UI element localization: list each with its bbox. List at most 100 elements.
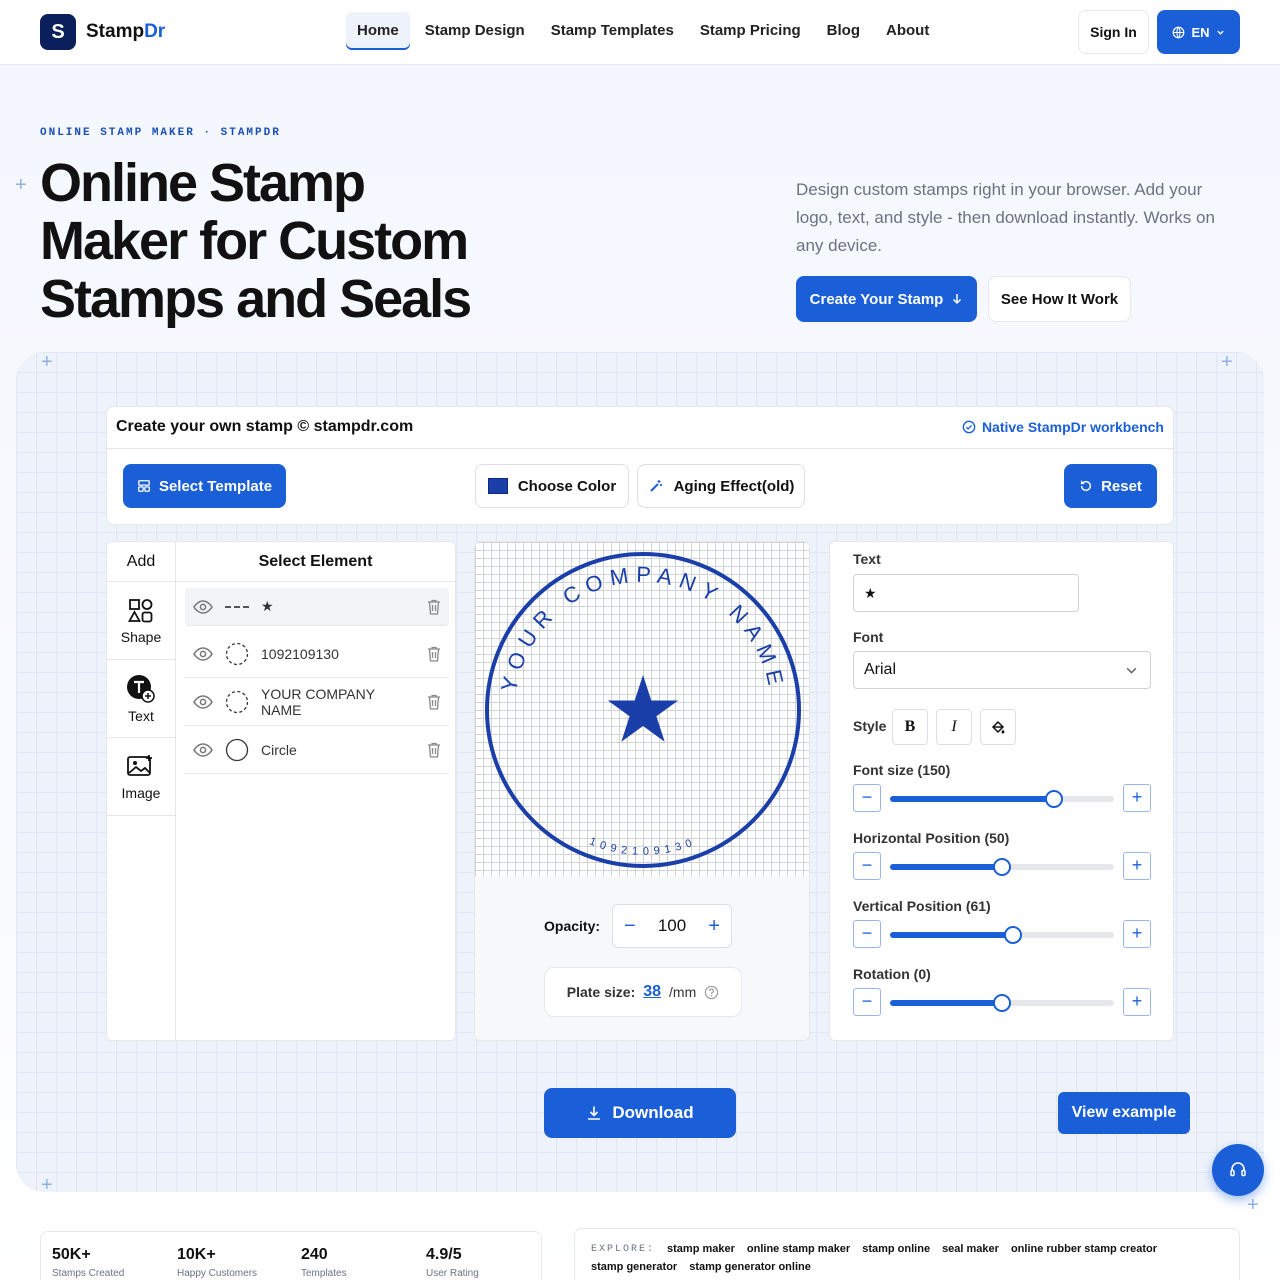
globe-icon xyxy=(1173,26,1185,38)
download-label: Download xyxy=(612,1103,694,1122)
text-label: Text xyxy=(853,551,881,567)
plus-decoration-icon: + xyxy=(1247,1194,1259,1216)
plus-icon[interactable]: + xyxy=(1123,920,1151,948)
view-example-button[interactable]: View example xyxy=(1058,1092,1190,1134)
eye-icon[interactable] xyxy=(193,646,213,661)
slider-track[interactable] xyxy=(890,858,1114,876)
slider-fill xyxy=(890,1000,1002,1006)
plus-icon[interactable]: + xyxy=(1123,852,1151,880)
slider-track[interactable] xyxy=(890,994,1114,1012)
plus-icon[interactable]: + xyxy=(708,915,720,938)
plus-decoration-icon: + xyxy=(41,1174,53,1196)
nav-stamp-design[interactable]: Stamp Design xyxy=(414,12,536,50)
minus-icon[interactable]: − xyxy=(853,920,881,948)
font-size-slider: − + xyxy=(853,784,1151,812)
nav-blog[interactable]: Blog xyxy=(816,12,871,50)
trash-icon[interactable] xyxy=(427,694,441,710)
fill-color-button[interactable] xyxy=(980,709,1016,745)
add-shape-button[interactable]: Shape xyxy=(107,582,175,660)
opacity-stepper[interactable]: − 100 + xyxy=(612,904,733,948)
stamp-canvas[interactable]: YOUR COMPANY NAME 1092109130 xyxy=(475,542,809,876)
hero-title: Online Stamp Maker for Custom Stamps and… xyxy=(40,153,472,329)
rotation-slider: − + xyxy=(853,988,1151,1016)
explore-link[interactable]: stamp online xyxy=(862,1243,930,1255)
rotation-label: Rotation (0) xyxy=(853,966,931,982)
stat-item: 240 Templates xyxy=(301,1246,347,1279)
explore-link[interactable]: seal maker xyxy=(942,1243,999,1255)
native-badge: Native StampDr workbench xyxy=(962,419,1164,435)
stat-label: User Rating xyxy=(426,1268,479,1279)
text-input[interactable]: ★ xyxy=(853,574,1079,612)
magic-wand-icon xyxy=(649,480,662,492)
minus-icon[interactable]: − xyxy=(624,915,636,938)
select-template-button[interactable]: Select Template xyxy=(123,464,286,508)
explore-link[interactable]: stamp generator xyxy=(591,1261,677,1273)
list-item[interactable]: ★ xyxy=(185,588,449,626)
sign-in-button[interactable]: Sign In xyxy=(1078,10,1149,54)
add-image-button[interactable]: Image xyxy=(107,738,175,816)
help-icon[interactable] xyxy=(704,985,719,1000)
nav-stamp-pricing[interactable]: Stamp Pricing xyxy=(689,12,812,50)
support-chat-button[interactable] xyxy=(1212,1144,1264,1196)
slider-track[interactable] xyxy=(890,926,1114,944)
language-button[interactable]: EN xyxy=(1157,10,1240,54)
stat-value: 4.9/5 xyxy=(426,1246,462,1263)
shapes-icon xyxy=(127,598,153,622)
nav-about[interactable]: About xyxy=(875,12,940,50)
trash-icon[interactable] xyxy=(427,742,441,758)
explore-link[interactable]: online rubber stamp creator xyxy=(1011,1243,1157,1255)
minus-icon[interactable]: − xyxy=(853,988,881,1016)
minus-icon[interactable]: − xyxy=(853,852,881,880)
font-select-value: Arial xyxy=(864,661,897,678)
aging-effect-button[interactable]: Aging Effect(old) xyxy=(637,464,805,508)
slider-track[interactable] xyxy=(890,790,1114,808)
slider-thumb[interactable] xyxy=(993,858,1011,876)
slider-fill xyxy=(890,932,1014,938)
reset-icon xyxy=(1080,480,1092,492)
minus-icon[interactable]: − xyxy=(853,784,881,812)
reset-button[interactable]: Reset xyxy=(1064,464,1157,508)
trash-icon[interactable] xyxy=(427,599,441,615)
horizontal-position-slider: − + xyxy=(853,852,1151,880)
opacity-value[interactable]: 100 xyxy=(658,916,686,936)
eye-icon[interactable] xyxy=(193,742,213,757)
bold-button[interactable]: B xyxy=(892,709,928,745)
dash-line-icon xyxy=(225,605,249,608)
slider-thumb[interactable] xyxy=(1044,790,1063,808)
slider-thumb[interactable] xyxy=(1004,926,1023,944)
slider-thumb[interactable] xyxy=(993,994,1011,1012)
trash-icon[interactable] xyxy=(427,646,441,662)
choose-color-button[interactable]: Choose Color xyxy=(475,464,629,508)
plus-icon[interactable]: + xyxy=(1123,988,1151,1016)
brand-name[interactable]: StampDr xyxy=(86,21,165,43)
reset-label: Reset xyxy=(1101,477,1142,495)
download-button[interactable]: Download xyxy=(544,1088,736,1138)
italic-button[interactable]: I xyxy=(936,709,972,745)
explore-link[interactable]: online stamp maker xyxy=(747,1243,850,1255)
explore-link[interactable]: stamp generator online xyxy=(689,1261,811,1273)
eye-icon[interactable] xyxy=(193,599,213,614)
native-label: Native StampDr workbench xyxy=(981,419,1164,435)
see-how-button[interactable]: See How It Work xyxy=(988,276,1131,322)
element-label: Circle xyxy=(261,741,297,758)
explore-label: EXPLORE: xyxy=(591,1243,656,1255)
explore-links: EXPLORE: stamp maker online stamp maker … xyxy=(574,1228,1240,1280)
aging-effect-label: Aging Effect(old) xyxy=(673,477,795,495)
eye-icon[interactable] xyxy=(193,694,213,709)
list-item[interactable]: 1092109130 xyxy=(185,630,449,678)
stamp-bottom-text: 1092109130 xyxy=(588,835,699,857)
font-select[interactable]: Arial xyxy=(853,651,1151,689)
stamp-top-text: YOUR COMPANY NAME xyxy=(496,562,790,694)
list-item[interactable]: Circle xyxy=(185,726,449,774)
create-stamp-button[interactable]: Create Your Stamp xyxy=(796,276,977,322)
logo-icon[interactable]: S xyxy=(40,14,76,50)
opacity-control: Opacity: − 100 + xyxy=(544,904,733,948)
explore-link[interactable]: stamp maker xyxy=(667,1243,735,1255)
add-text-button[interactable]: Text xyxy=(107,660,175,738)
plate-size-input[interactable]: 38 xyxy=(643,983,661,1001)
list-item[interactable]: YOUR COMPANY NAME xyxy=(185,678,449,726)
plus-icon[interactable]: + xyxy=(1123,784,1151,812)
text-add-icon xyxy=(127,674,155,703)
nav-stamp-templates[interactable]: Stamp Templates xyxy=(540,12,685,50)
nav-home[interactable]: Home xyxy=(346,12,410,50)
